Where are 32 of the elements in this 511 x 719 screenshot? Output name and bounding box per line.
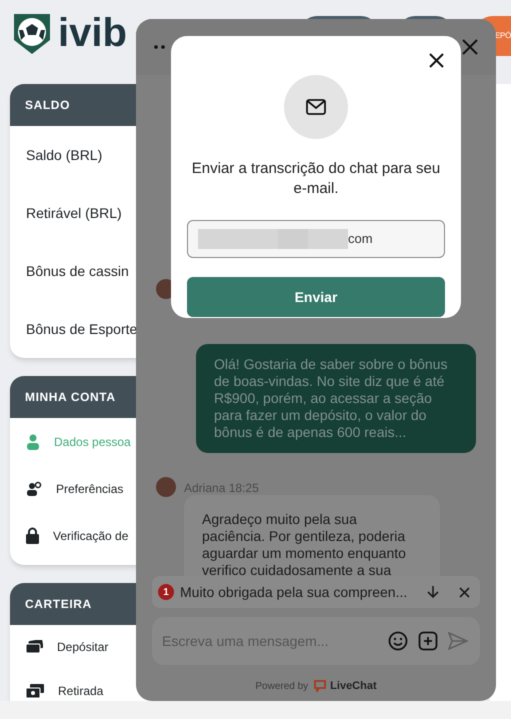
add-icon[interactable]	[418, 631, 438, 651]
unread-badge: 1	[158, 584, 174, 600]
close-icon[interactable]	[429, 53, 444, 68]
brand-text[interactable]: LiveChat	[330, 678, 377, 694]
email-field[interactable]: com	[187, 220, 445, 258]
card-icon	[26, 640, 43, 654]
dialog-message: Enviar a transcrição do chat para seu e-mail.	[191, 159, 441, 199]
sidebar-item[interactable]: Retirável (BRL)	[10, 184, 138, 242]
email-input[interactable]: com	[348, 229, 408, 249]
user-gear-icon	[26, 480, 42, 496]
lock-icon	[26, 527, 39, 544]
sidebar-item[interactable]: Saldo (BRL)	[10, 126, 118, 184]
user-icon	[26, 434, 40, 450]
chat-logo-icon	[314, 680, 326, 692]
sidebar-item[interactable]: Retirada	[10, 669, 120, 701]
logo-text: ivib	[58, 13, 127, 53]
sidebar-item[interactable]: Depósitar	[10, 625, 124, 669]
powered-by-text: Powered by	[255, 680, 308, 694]
cash-icon	[26, 684, 44, 698]
sidebar-item[interactable]: Preferências	[10, 465, 140, 512]
mail-icon	[306, 99, 326, 115]
section-title: SALDO	[25, 97, 70, 114]
section-title: CARTEIRA	[25, 596, 92, 613]
sidebar-item[interactable]: Verificação de	[10, 512, 144, 559]
avatar	[156, 477, 176, 497]
emoji-icon[interactable]	[388, 631, 408, 651]
send-button[interactable]: Enviar	[187, 277, 445, 317]
notification-bar[interactable]: 1 Muito obrigada pela sua compreen...	[152, 576, 480, 608]
arrow-down-icon[interactable]	[427, 585, 439, 599]
section-title: MINHA CONTA	[25, 389, 116, 406]
menu-dots-icon[interactable]	[154, 45, 166, 49]
user-message: Olá! Gostaria de saber sobre o bônus de boas-vindas. No site diz que é até R$900, porém, ao acessar a seção para fazer um depósito, o valor do bônus é de apenas 600 reais...	[196, 344, 476, 453]
